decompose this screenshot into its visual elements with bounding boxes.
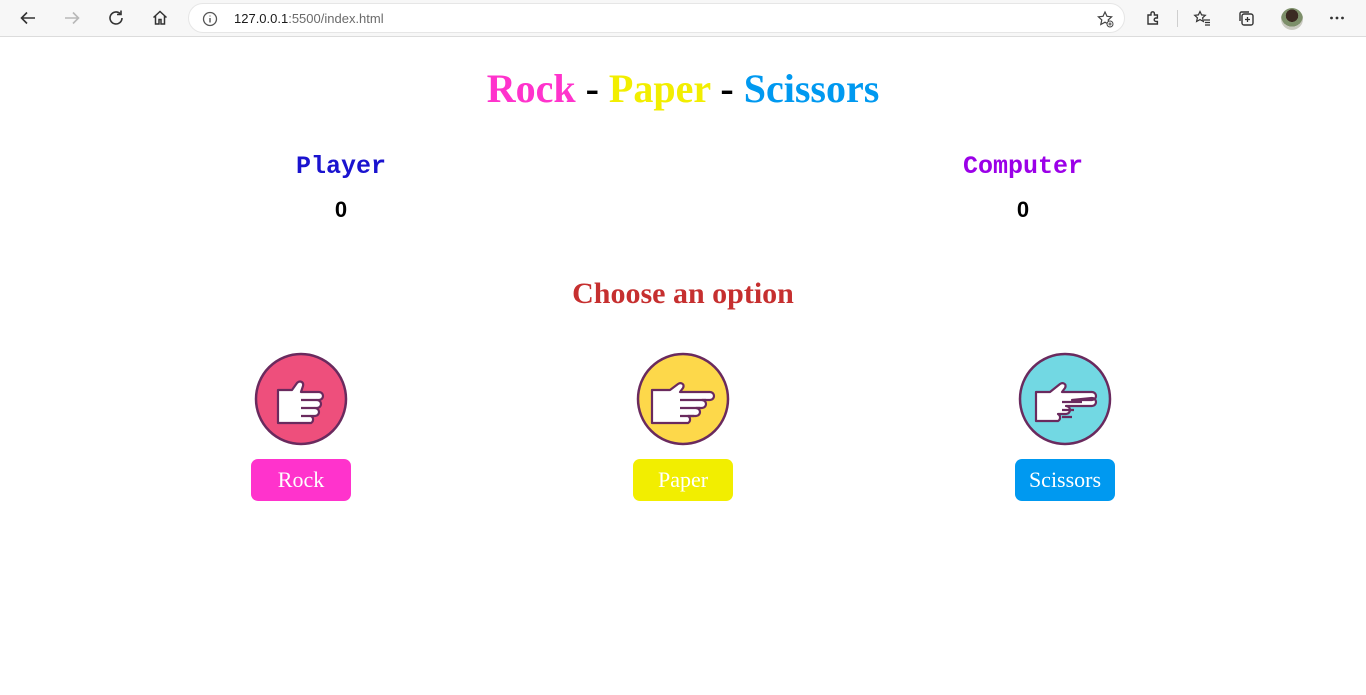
paper-button[interactable]: Paper xyxy=(633,459,733,501)
menu-button[interactable] xyxy=(1323,4,1351,32)
computer-label: Computer xyxy=(962,152,1084,181)
info-icon[interactable] xyxy=(202,11,218,27)
player-label: Player xyxy=(295,152,386,181)
back-arrow-icon xyxy=(20,11,35,25)
home-icon xyxy=(152,10,168,25)
title-scissors: Scissors xyxy=(743,66,880,111)
scissors-hand-icon[interactable] xyxy=(1018,352,1112,446)
back-button[interactable] xyxy=(14,4,42,32)
favorites-button[interactable] xyxy=(1188,4,1216,32)
favorites-list-icon xyxy=(1193,10,1210,26)
refresh-icon xyxy=(109,10,123,25)
address-bar[interactable]: 127.0.0.1:5500/index.html xyxy=(188,3,1125,33)
title-paper: Paper xyxy=(608,66,711,111)
title-rock: Rock xyxy=(486,66,576,111)
rock-button[interactable]: Rock xyxy=(251,459,351,501)
paper-hand-icon[interactable] xyxy=(636,352,730,446)
browser-toolbar: 127.0.0.1:5500/index.html xyxy=(0,0,1366,37)
refresh-button[interactable] xyxy=(102,4,130,32)
home-button[interactable] xyxy=(146,4,174,32)
toolbar-divider xyxy=(1177,10,1178,27)
url-text: 127.0.0.1:5500/index.html xyxy=(234,11,384,26)
collections-button[interactable] xyxy=(1232,4,1260,32)
rock-fist-icon[interactable] xyxy=(254,352,348,446)
page-title: Rock - Paper - Scissors xyxy=(0,66,1366,112)
profile-avatar[interactable] xyxy=(1281,8,1303,30)
forward-arrow-icon xyxy=(65,11,80,25)
title-separator: - xyxy=(585,66,599,111)
collections-icon xyxy=(1239,11,1254,26)
more-dots-icon xyxy=(1330,16,1344,20)
computer-score: 0 xyxy=(1016,197,1030,222)
extensions-button[interactable] xyxy=(1139,4,1167,32)
player-score: 0 xyxy=(334,197,348,222)
scissors-button[interactable]: Scissors xyxy=(1015,459,1115,501)
forward-button[interactable] xyxy=(58,4,86,32)
choose-option-heading: Choose an option xyxy=(572,277,794,310)
title-separator: - xyxy=(720,66,734,111)
puzzle-icon xyxy=(1147,11,1159,25)
add-favorite-icon[interactable] xyxy=(1096,10,1114,28)
